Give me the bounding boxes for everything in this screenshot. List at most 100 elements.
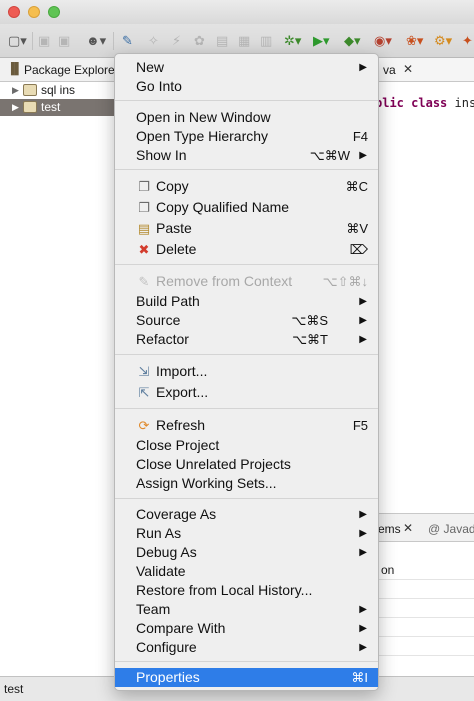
menu-item-label: Source	[136, 312, 181, 328]
menu-item-paste[interactable]: ▤ Paste ⌘V	[115, 219, 378, 238]
menu-item-shortcut: ⌥⌘W	[309, 148, 350, 163]
menu-item-build-path[interactable]: Build Path ▶	[115, 292, 378, 311]
tab-javadoc[interactable]: @ Javad	[428, 522, 474, 536]
toolbar-icon-d[interactable]: ▤	[216, 32, 228, 50]
import-icon: ⇲	[138, 364, 150, 379]
window-titlebar	[0, 0, 474, 24]
refresh-icon: ⟳	[138, 418, 150, 433]
toolbar-icon-f[interactable]: ▥	[260, 32, 272, 50]
menu-item-label: Export...	[156, 384, 209, 400]
search-icon[interactable]: ❀▾	[406, 32, 423, 50]
menu-item-refresh[interactable]: ⟳ Refresh F5	[115, 416, 378, 435]
menu-item-shortcut: ⌘C	[345, 179, 368, 194]
menu-item-show-in[interactable]: Show In ⌥⌘W ▶	[115, 146, 378, 165]
menu-item-label: Close Unrelated Projects	[136, 456, 291, 472]
menu-item-run-as[interactable]: Run As ▶	[115, 524, 378, 543]
menu-item-copy-qualified-name[interactable]: ❐ Copy Qualified Name	[115, 198, 378, 217]
menu-item-team[interactable]: Team ▶	[115, 600, 378, 619]
console-icon[interactable]: ☻▾	[86, 32, 106, 50]
menu-item-debug-as[interactable]: Debug As ▶	[115, 543, 378, 562]
code-keyword: blic	[375, 96, 404, 110]
context-menu: New ▶ Go Into Open in New Window Open Ty…	[114, 53, 379, 691]
menu-item-new[interactable]: New ▶	[115, 58, 378, 77]
menu-item-label: Remove from Context	[156, 273, 293, 289]
save-icon[interactable]: ▣	[38, 32, 50, 50]
tree-item-sql-ins[interactable]: ▶ sql ins	[0, 82, 120, 99]
menu-item-refactor[interactable]: Refactor ⌥⌘T ▶	[115, 330, 378, 349]
toolbar-icon-c[interactable]: ✿	[194, 32, 205, 50]
external-tools-icon[interactable]: ◉▾	[374, 32, 392, 50]
table-row	[375, 580, 474, 599]
menu-item-label: Refactor	[136, 331, 189, 347]
menu-item-go-into[interactable]: Go Into	[115, 77, 378, 96]
editor-tab[interactable]: va ✕	[375, 58, 474, 82]
menu-item-import[interactable]: ⇲ Import...	[115, 362, 378, 381]
menu-item-open-in-new-window[interactable]: Open in New Window	[115, 108, 378, 127]
menu-separator	[115, 498, 378, 499]
menu-item-shortcut: ⌥⌘S	[291, 313, 328, 328]
menu-item-shortcut: F4	[352, 129, 368, 144]
tree-item-test[interactable]: ▶ test	[0, 99, 120, 116]
expand-arrow-icon[interactable]: ▶	[12, 82, 19, 99]
maximize-window-button[interactable]	[48, 6, 60, 18]
close-icon[interactable]: ✕	[403, 521, 413, 535]
menu-item-copy[interactable]: ❐ Copy ⌘C	[115, 177, 378, 196]
menu-item-label: Properties	[136, 669, 200, 685]
close-window-button[interactable]	[8, 6, 20, 18]
code-line[interactable]: blic class ins	[375, 96, 474, 110]
menu-item-validate[interactable]: Validate	[115, 562, 378, 581]
menu-item-close-project[interactable]: Close Project	[115, 436, 378, 455]
menu-item-assign-working-sets[interactable]: Assign Working Sets...	[115, 474, 378, 493]
menu-item-properties[interactable]: Properties ⌘I	[115, 668, 378, 687]
menu-item-export[interactable]: ⇱ Export...	[115, 383, 378, 402]
menu-item-label: Assign Working Sets...	[136, 475, 277, 491]
menu-item-delete[interactable]: ✖ Delete ⌦	[115, 240, 378, 259]
menu-item-shortcut: ⌦	[349, 242, 368, 257]
expand-arrow-icon[interactable]: ▶	[12, 99, 19, 116]
menu-separator	[115, 264, 378, 265]
toolbar-icon-a[interactable]: ✧	[148, 32, 159, 50]
table-row	[375, 618, 474, 637]
open-task-icon[interactable]: ✦	[462, 32, 473, 50]
tab-problems[interactable]: ems	[378, 522, 401, 536]
toolbar-icon-b[interactable]: ⚡	[172, 32, 181, 50]
package-explorer-tab-label: Package Explorer	[24, 63, 119, 77]
pin-icon[interactable]: ✎	[122, 32, 133, 50]
menu-separator	[115, 661, 378, 662]
menu-item-shortcut: ⌥⇧⌘↓	[322, 274, 368, 289]
minimize-window-button[interactable]	[28, 6, 40, 18]
copy-icon: ❐	[138, 179, 150, 194]
menu-item-configure[interactable]: Configure ▶	[115, 638, 378, 657]
package-explorer-icon: ▐▌	[7, 63, 23, 75]
copy-qualified-name-icon: ❐	[138, 200, 150, 215]
project-folder-icon	[23, 84, 37, 96]
menu-item-label: Validate	[136, 563, 186, 579]
toolbar-icon-e[interactable]: ▦	[238, 32, 250, 50]
menu-item-restore-from-local-history[interactable]: Restore from Local History...	[115, 581, 378, 600]
table-cell: on	[381, 563, 395, 577]
submenu-arrow-icon: ▶	[359, 334, 367, 345]
close-icon[interactable]: ✕	[403, 62, 413, 76]
menu-item-close-unrelated-projects[interactable]: Close Unrelated Projects	[115, 455, 378, 474]
menu-item-label: Copy	[156, 178, 189, 194]
open-type-icon[interactable]: ⚙▾	[434, 32, 452, 50]
menu-item-label: Go Into	[136, 78, 182, 94]
save-all-icon[interactable]: ▣	[58, 32, 70, 50]
submenu-arrow-icon: ▶	[359, 296, 367, 307]
status-text: test	[4, 682, 24, 696]
coverage-icon[interactable]: ◆▾	[344, 32, 361, 50]
table-row	[375, 599, 474, 618]
menu-item-compare-with[interactable]: Compare With ▶	[115, 619, 378, 638]
menu-item-shortcut: F5	[352, 418, 368, 433]
run-icon[interactable]: ▶▾	[313, 32, 330, 50]
menu-item-source[interactable]: Source ⌥⌘S ▶	[115, 311, 378, 330]
menu-item-open-type-hierarchy[interactable]: Open Type Hierarchy F4	[115, 127, 378, 146]
menu-item-shortcut: ⌘I	[351, 670, 368, 685]
debug-icon[interactable]: ✲▾	[284, 32, 301, 50]
editor-tab-label: va	[383, 63, 396, 77]
menu-item-label: Compare With	[136, 620, 226, 636]
new-wizard-icon[interactable]: ▢▾	[8, 32, 27, 50]
menu-item-coverage-as[interactable]: Coverage As ▶	[115, 505, 378, 524]
package-explorer-tab[interactable]: ▐▌ Package Explorer	[0, 58, 120, 82]
menu-item-shortcut: ⌘V	[346, 221, 368, 236]
